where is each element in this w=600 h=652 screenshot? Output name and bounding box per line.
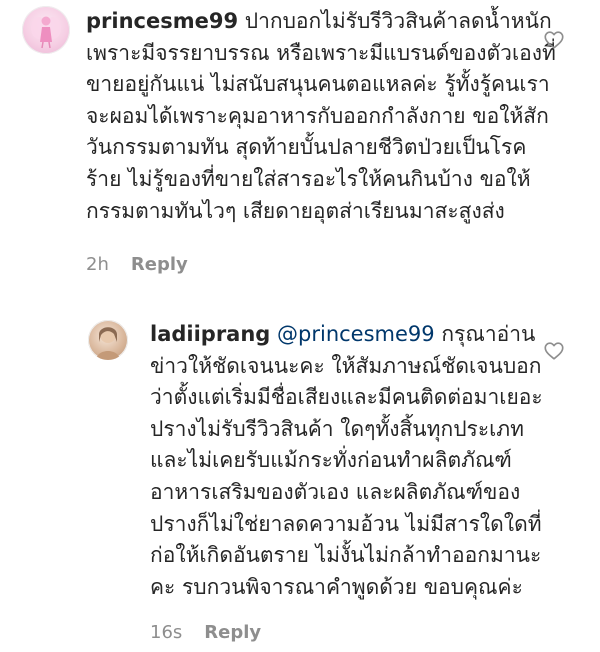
comment-timestamp[interactable]: 2h [86, 254, 109, 275]
comment-body: กรุณาอ่านข่าวให้ชัดเจนนะคะ ให้สัมภาษณ์ชั… [150, 322, 543, 599]
avatar[interactable] [22, 6, 70, 54]
comment-username[interactable]: ladiiprang [150, 322, 270, 346]
comment-text: ladiiprang @princesme99 กรุณาอ่านข่าวให้… [150, 319, 550, 603]
comment-timestamp[interactable]: 16s [150, 622, 182, 643]
reply-button[interactable]: Reply [204, 622, 261, 643]
heart-outline-icon[interactable] [543, 340, 565, 362]
comment-body: ปากบอกไม่รับรีวิวสินค้าลดน้ำหนัก เพราะมี… [86, 9, 556, 223]
comment-meta: 16s Reply [150, 622, 261, 643]
reply-button[interactable]: Reply [131, 254, 188, 275]
mention-link[interactable]: @princesme99 [277, 322, 435, 346]
heart-outline-icon[interactable] [543, 29, 565, 51]
comment-text: princesme99 ปากบอกไม่รับรีวิวสินค้าลดน้ำ… [86, 6, 556, 227]
comment-username[interactable]: princesme99 [86, 9, 238, 33]
avatar[interactable] [88, 320, 128, 360]
fairy-avatar-icon [31, 16, 61, 49]
comment-meta: 2h Reply [86, 254, 188, 275]
profile-photo-avatar-icon [96, 327, 120, 360]
